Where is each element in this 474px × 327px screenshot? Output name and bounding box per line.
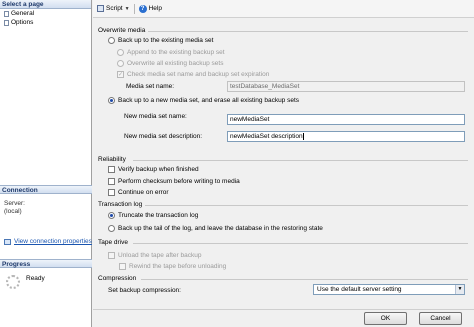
server-value: (local) [4,208,22,215]
page-icon [4,19,9,26]
overwrite-all-radio[interactable] [117,60,124,67]
progress-status: Ready [26,275,45,282]
checksum-option[interactable]: Perform checksum before writing to media [108,178,240,185]
toolbar: Script ▼ ? Help [93,0,474,18]
progress-header: Progress [0,259,92,268]
options-panel: Overwrite media Back up to the existing … [93,19,474,309]
check-name-option[interactable]: ✓ Check media set name and backup set ex… [117,71,269,78]
connection-header: Connection [0,185,92,194]
script-button[interactable]: Script ▼ [97,5,130,12]
tape-drive-title: Tape drive [98,239,128,246]
new-media-set-description-value: newMediaSet description [230,133,303,140]
new-name-label: New media set name: [124,113,187,120]
checksum-checkbox[interactable] [108,178,115,185]
page-options-label: Options [11,19,34,26]
unload-option[interactable]: Unload the tape after backup [108,252,201,259]
chevron-down-icon: ▼ [455,285,464,294]
connection-properties-icon [4,238,11,245]
transaction-log-title: Transaction log [98,201,143,208]
overwrite-all-label: Overwrite all existing backup sets [127,60,224,67]
check-name-checkbox[interactable]: ✓ [117,71,124,78]
page-general-label: General [11,10,35,17]
overwrite-media-title: Overwrite media [98,27,146,34]
divider [141,279,468,280]
unload-checkbox[interactable] [108,252,115,259]
new-media-set-option[interactable]: Back up to a new media set, and erase al… [108,97,299,104]
new-desc-label: New media set description: [124,133,203,140]
view-connection-properties-link[interactable]: View connection properties [4,238,92,245]
compression-title: Compression [98,275,137,282]
verify-label: Verify backup when finished [118,166,199,173]
continue-label: Continue on error [118,189,169,196]
reliability-title: Reliability [98,156,126,163]
script-label: Script [106,5,123,12]
append-radio[interactable] [117,49,124,56]
divider [148,31,468,32]
backup-existing-radio[interactable] [108,37,115,44]
text-cursor [302,132,304,140]
media-set-name-label: Media set name: [126,83,175,90]
page-icon [4,10,9,17]
rewind-label: Rewind the tape before unloading [129,263,227,270]
overwrite-all-option[interactable]: Overwrite all existing backup sets [117,60,223,67]
rewind-option[interactable]: Rewind the tape before unloading [119,263,226,270]
continue-option[interactable]: Continue on error [108,189,169,196]
check-name-label: Check media set name and backup set expi… [127,71,270,78]
new-media-set-description-input[interactable]: newMediaSet description [227,131,465,142]
server-label: Server: [4,200,25,207]
divider [133,160,468,161]
backup-existing-label: Back up to the existing media set [118,37,214,44]
cancel-button[interactable]: Cancel [419,312,462,325]
view-connection-properties-label: View connection properties [14,238,92,245]
progress-spinner-icon [6,275,20,289]
verify-option[interactable]: Verify backup when finished [108,166,199,173]
tail-label: Back up the tail of the log, and leave t… [118,225,323,232]
truncate-label: Truncate the transaction log [118,212,199,219]
connection-info: Server: (local) [4,200,25,216]
tail-radio[interactable] [108,225,115,232]
checksum-label: Perform checksum before writing to media [118,178,240,185]
page-general[interactable]: General [0,9,91,18]
divider [145,205,468,206]
help-button[interactable]: ? Help [138,4,162,13]
verify-checkbox[interactable] [108,166,115,173]
tail-option[interactable]: Back up the tail of the log, and leave t… [108,225,323,232]
continue-checkbox[interactable] [108,189,115,196]
script-icon [97,5,104,12]
dialog-footer: OK Cancel [93,309,474,327]
set-compression-label: Set backup compression: [108,287,181,294]
backup-existing-option[interactable]: Back up to the existing media set [108,37,213,44]
toolbar-separator [133,3,135,14]
help-label: Help [148,5,162,12]
media-set-name-field[interactable]: testDatabase_MediaSet [227,81,465,92]
divider [133,243,468,244]
new-media-set-radio[interactable] [108,97,115,104]
chevron-down-icon: ▼ [124,5,130,12]
compression-selected-value: Use the default server setting [317,286,402,293]
unload-label: Unload the tape after backup [118,252,202,259]
truncate-radio[interactable] [108,212,115,219]
page-options[interactable]: Options [0,18,91,27]
append-option[interactable]: Append to the existing backup set [117,49,225,56]
truncate-option[interactable]: Truncate the transaction log [108,212,198,219]
new-media-set-label: Back up to a new media set, and erase al… [118,97,300,104]
select-page-header: Select a page [0,0,91,9]
ok-button[interactable]: OK [364,312,407,325]
new-media-set-name-input[interactable]: newMediaSet [227,114,465,125]
compression-select[interactable]: Use the default server setting ▼ [313,284,465,295]
rewind-checkbox[interactable] [119,263,126,270]
append-label: Append to the existing backup set [127,49,225,56]
help-icon: ? [138,4,147,13]
